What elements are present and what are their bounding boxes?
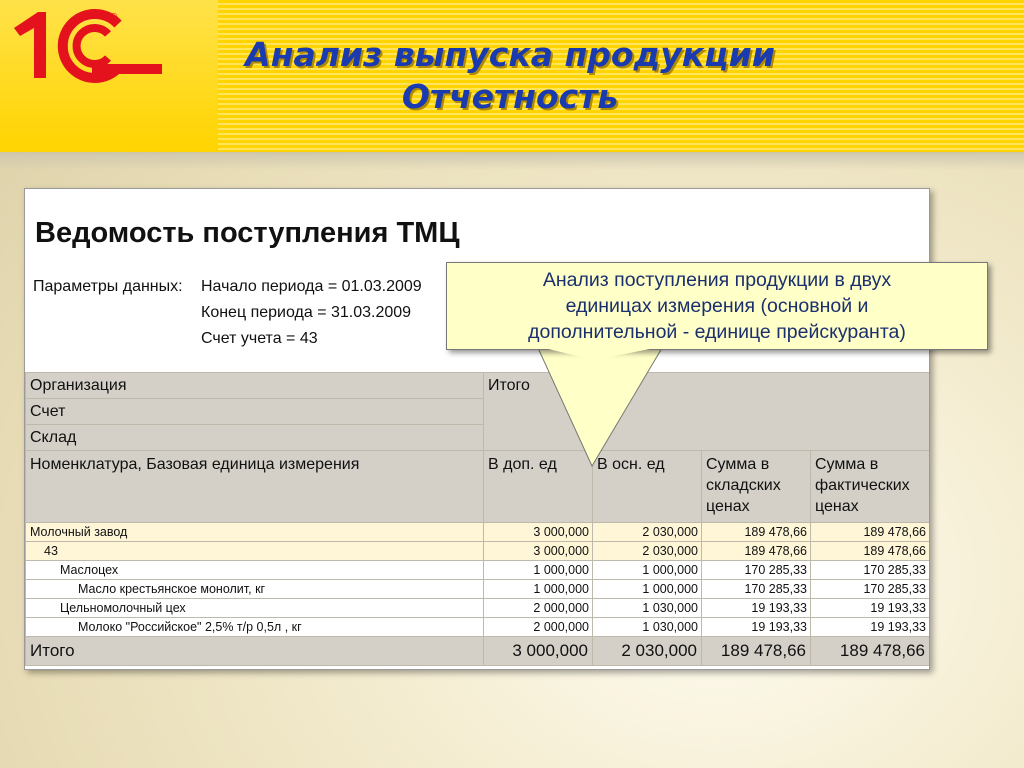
- table-row[interactable]: Молочный завод 3 000,000 2 030,000 189 4…: [25, 522, 929, 542]
- cell-value: 1 030,000: [592, 617, 702, 637]
- report-title: Ведомость поступления ТМЦ: [35, 217, 460, 249]
- total-value: 189 478,66: [810, 636, 929, 666]
- params-label: Параметры данных:: [33, 278, 183, 295]
- cell-value: 1 000,000: [592, 579, 702, 599]
- param-account: Счет учета = 43: [201, 330, 318, 347]
- cell-value: 189 478,66: [810, 541, 929, 561]
- row-name: Молочный завод: [25, 522, 484, 542]
- report-table: Организация Итого Счет Склад Номенклатур…: [25, 372, 929, 666]
- row-name: Маслоцех: [25, 560, 484, 580]
- row-name: Молоко "Российское" 2,5% т/р 0,5л , кг: [25, 617, 484, 637]
- cell-value: 189 478,66: [810, 522, 929, 542]
- total-value: 189 478,66: [701, 636, 811, 666]
- registered-mark: ®: [110, 12, 118, 23]
- cell-value: 3 000,000: [483, 541, 593, 561]
- 1c-logo: ®: [14, 9, 162, 83]
- callout-line3: дополнительной - единице прейскуранта): [528, 321, 906, 343]
- report-window: Ведомость поступления ТМЦ Параметры данн…: [24, 188, 930, 670]
- row-name: Масло крестьянское монолит, кг: [25, 579, 484, 599]
- table-total-row: Итого 3 000,000 2 030,000 189 478,66 189…: [25, 636, 929, 666]
- header-account: Счет: [25, 398, 484, 425]
- slide-title-line2: Отчетность: [401, 77, 619, 116]
- header-col-base-units: В осн. ед: [592, 450, 702, 523]
- cell-value: 19 193,33: [701, 598, 811, 618]
- callout-line1: Анализ поступления продукции в двух: [542, 269, 892, 291]
- param-period-end: Конец периода = 31.03.2009: [201, 304, 412, 321]
- cell-value: 189 478,66: [701, 541, 811, 561]
- row-name: 43: [25, 541, 484, 561]
- slide-title-line1: Анализ выпуска продукции: [245, 35, 775, 74]
- cell-value: 1 000,000: [592, 560, 702, 580]
- total-value: 3 000,000: [483, 636, 593, 666]
- header-col-actual-price: Сумма в фактических ценах: [810, 450, 929, 523]
- cell-value: 19 193,33: [810, 598, 929, 618]
- table-row[interactable]: 43 3 000,000 2 030,000 189 478,66 189 47…: [25, 541, 929, 561]
- callout-note: Анализ поступления продукции в двух един…: [446, 262, 988, 350]
- cell-value: 1 030,000: [592, 598, 702, 618]
- callout-line2: единицах измерения (основной и: [565, 295, 869, 317]
- table-row[interactable]: Молоко "Российское" 2,5% т/р 0,5л , кг 2…: [25, 617, 929, 637]
- total-label: Итого: [25, 636, 484, 666]
- cell-value: 19 193,33: [701, 617, 811, 637]
- cell-value: 2 000,000: [483, 617, 593, 637]
- cell-value: 3 000,000: [483, 522, 593, 542]
- cell-value: 2 000,000: [483, 598, 593, 618]
- slide-title: Анализ выпуска продукции Отчетность: [180, 34, 840, 118]
- cell-value: 189 478,66: [701, 522, 811, 542]
- header-col-additional-units: В доп. ед: [483, 450, 593, 523]
- header-shadow: [0, 152, 1024, 170]
- header-nomenclature: Номенклатура, Базовая единица измерения: [25, 450, 484, 523]
- header-total-group: Итого: [483, 372, 929, 451]
- cell-value: 19 193,33: [810, 617, 929, 637]
- cell-value: 170 285,33: [701, 579, 811, 599]
- table-row[interactable]: Маслоцех 1 000,000 1 000,000 170 285,33 …: [25, 560, 929, 580]
- row-name: Цельномолочный цех: [25, 598, 484, 618]
- cell-value: 1 000,000: [483, 560, 593, 580]
- header-warehouse: Склад: [25, 424, 484, 451]
- table-row[interactable]: Масло крестьянское монолит, кг 1 000,000…: [25, 579, 929, 599]
- cell-value: 2 030,000: [592, 541, 702, 561]
- cell-value: 170 285,33: [810, 560, 929, 580]
- total-value: 2 030,000: [592, 636, 702, 666]
- cell-value: 170 285,33: [701, 560, 811, 580]
- cell-value: 2 030,000: [592, 522, 702, 542]
- cell-value: 170 285,33: [810, 579, 929, 599]
- cell-value: 1 000,000: [483, 579, 593, 599]
- table-row[interactable]: Цельномолочный цех 2 000,000 1 030,000 1…: [25, 598, 929, 618]
- param-period-start: Начало периода = 01.03.2009: [201, 278, 422, 295]
- header-org: Организация: [25, 372, 484, 399]
- header-col-warehouse-price: Сумма в складских ценах: [701, 450, 811, 523]
